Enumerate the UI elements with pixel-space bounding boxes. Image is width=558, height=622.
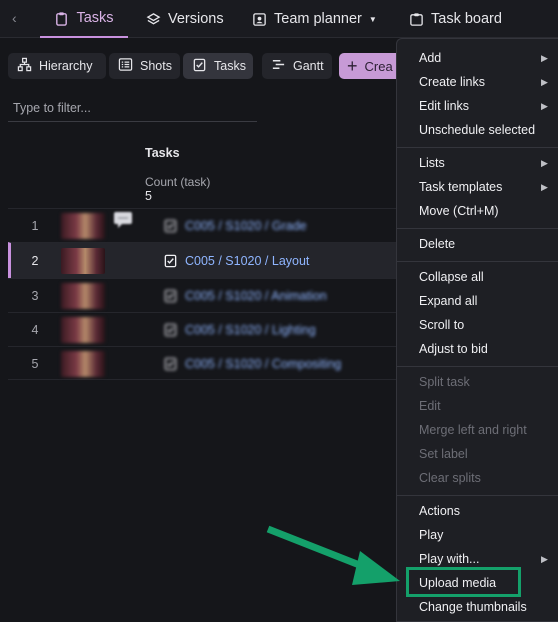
row-number: 4 bbox=[31, 323, 39, 337]
tab-label: Versions bbox=[168, 11, 224, 27]
row-number: 2 bbox=[31, 254, 39, 268]
table-row[interactable]: 5 C005 / S1020 / Compositing bbox=[8, 346, 402, 380]
menu-item-edit: Edit bbox=[419, 399, 441, 413]
task-title: C005 / S1020 / Compositing bbox=[185, 356, 342, 371]
menu-item-collapse-all[interactable]: Collapse all bbox=[419, 265, 484, 289]
menu-divider bbox=[397, 261, 558, 262]
thumbnail[interactable] bbox=[61, 351, 105, 377]
view-gantt-button[interactable]: Gantt bbox=[262, 53, 332, 79]
tab-label: Team planner bbox=[274, 11, 362, 27]
task-title: C005 / S1020 / Layout bbox=[185, 253, 310, 268]
task-status-icon bbox=[164, 357, 177, 371]
menu-item-expand-all[interactable]: Expand all bbox=[419, 289, 477, 313]
task-link[interactable]: C005 / S1020 / Grade bbox=[163, 218, 307, 233]
submenu-arrow-icon: ▶ bbox=[541, 182, 548, 192]
table-row[interactable]: 1 C005 / S1020 / Grade bbox=[8, 208, 402, 242]
view-label: Tasks bbox=[214, 59, 246, 73]
clipboard-check-icon bbox=[192, 57, 207, 75]
comment-icon[interactable] bbox=[113, 211, 133, 229]
table-row-selected[interactable]: 2 C005 / S1020 / Layout bbox=[8, 242, 402, 278]
menu-item-play[interactable]: Play bbox=[419, 523, 443, 547]
filter-input[interactable] bbox=[8, 94, 257, 122]
task-title: C005 / S1020 / Animation bbox=[185, 288, 327, 303]
view-label: Gantt bbox=[293, 59, 324, 73]
back-chevron-icon[interactable]: ‹ bbox=[12, 9, 30, 27]
task-status-icon bbox=[164, 254, 177, 268]
view-tasks-button[interactable]: Tasks bbox=[183, 53, 253, 79]
menu-item-set-label: Set label bbox=[419, 447, 468, 461]
table-row[interactable]: 3 C005 / S1020 / Animation bbox=[8, 278, 402, 312]
menu-item-edit-links[interactable]: Edit links bbox=[419, 94, 469, 118]
id-card-icon bbox=[252, 12, 267, 27]
submenu-arrow-icon: ▶ bbox=[541, 554, 548, 564]
layers-icon bbox=[146, 12, 161, 27]
clipboard-icon bbox=[54, 11, 69, 26]
context-menu: Add ▶ Create links ▶ Edit links ▶ Unsche… bbox=[396, 38, 558, 622]
menu-divider bbox=[397, 228, 558, 229]
board-icon bbox=[409, 12, 424, 27]
menu-item-merge-left-right: Merge left and right bbox=[419, 423, 527, 437]
count-value: 5 bbox=[145, 189, 152, 203]
menu-item-change-thumbnails[interactable]: Change thumbnails bbox=[419, 595, 527, 619]
view-label: Hierarchy bbox=[39, 59, 93, 73]
row-number: 1 bbox=[31, 219, 39, 233]
row-number: 5 bbox=[31, 357, 39, 371]
menu-item-create-links[interactable]: Create links bbox=[419, 70, 485, 94]
task-link[interactable]: C005 / S1020 / Animation bbox=[163, 288, 327, 303]
menu-divider bbox=[397, 147, 558, 148]
thumbnail[interactable] bbox=[61, 213, 105, 239]
task-status-icon bbox=[164, 323, 177, 337]
row-number: 3 bbox=[31, 289, 39, 303]
menu-item-lists[interactable]: Lists bbox=[419, 151, 445, 175]
plus-icon: + bbox=[347, 56, 358, 76]
menu-item-delete[interactable]: Delete bbox=[419, 232, 455, 256]
count-label: Count (task) bbox=[145, 175, 211, 189]
column-header-tasks[interactable]: Tasks bbox=[145, 146, 180, 160]
menu-item-clear-splits: Clear splits bbox=[419, 471, 481, 485]
hierarchy-icon bbox=[17, 57, 32, 75]
task-link[interactable]: C005 / S1020 / Lighting bbox=[163, 322, 316, 337]
tab-label: Tasks bbox=[76, 10, 114, 26]
task-title: C005 / S1020 / Lighting bbox=[185, 322, 316, 337]
task-title: C005 / S1020 / Grade bbox=[185, 218, 307, 233]
task-link[interactable]: C005 / S1020 / Compositing bbox=[163, 356, 341, 371]
submenu-arrow-icon: ▶ bbox=[541, 158, 548, 168]
menu-divider bbox=[397, 366, 558, 367]
view-label: Shots bbox=[140, 59, 172, 73]
gantt-icon bbox=[271, 57, 286, 75]
menu-item-split-task: Split task bbox=[419, 375, 470, 389]
menu-divider bbox=[397, 495, 558, 496]
menu-item-actions[interactable]: Actions bbox=[419, 499, 460, 523]
menu-item-add[interactable]: Add bbox=[419, 46, 441, 70]
menu-item-scroll-to[interactable]: Scroll to bbox=[419, 313, 464, 337]
thumbnail[interactable] bbox=[61, 317, 105, 343]
task-status-icon bbox=[164, 219, 177, 233]
create-label: Crea bbox=[364, 58, 393, 74]
submenu-arrow-icon: ▶ bbox=[541, 101, 548, 111]
highlight-box bbox=[406, 567, 521, 597]
thumbnail[interactable] bbox=[61, 283, 105, 309]
tab-tasks[interactable]: Tasks bbox=[40, 0, 128, 38]
tab-versions[interactable]: Versions bbox=[146, 0, 224, 38]
caret-down-icon: ▼ bbox=[368, 14, 377, 24]
tab-team-planner[interactable]: Team planner ▼ bbox=[252, 0, 377, 38]
submenu-arrow-icon: ▶ bbox=[541, 53, 548, 63]
submenu-arrow-icon: ▶ bbox=[541, 77, 548, 87]
menu-item-adjust-to-bid[interactable]: Adjust to bid bbox=[419, 337, 488, 361]
menu-item-move[interactable]: Move (Ctrl+M) bbox=[419, 199, 499, 223]
table-row[interactable]: 4 C005 / S1020 / Lighting bbox=[8, 312, 402, 346]
tab-task-board[interactable]: Task board bbox=[409, 0, 502, 38]
task-link[interactable]: C005 / S1020 / Layout bbox=[163, 253, 309, 268]
menu-item-unschedule-selected[interactable]: Unschedule selected bbox=[419, 118, 535, 142]
menu-item-task-templates[interactable]: Task templates bbox=[419, 175, 502, 199]
view-hierarchy-button[interactable]: Hierarchy bbox=[8, 53, 106, 79]
view-shots-button[interactable]: Shots bbox=[109, 53, 180, 79]
thumbnail[interactable] bbox=[61, 248, 105, 274]
tab-label: Task board bbox=[431, 11, 502, 27]
task-status-icon bbox=[164, 289, 177, 303]
list-icon bbox=[118, 57, 133, 75]
